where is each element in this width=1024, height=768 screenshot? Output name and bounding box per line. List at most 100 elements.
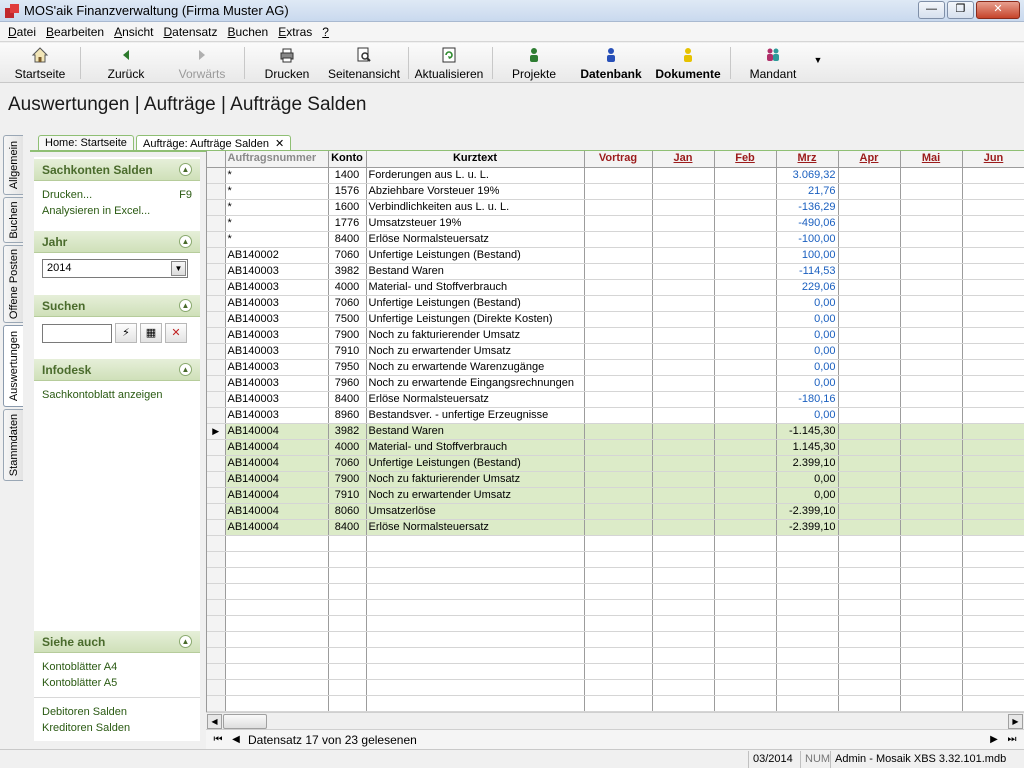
row-selector[interactable] [207,311,226,328]
menu-extras[interactable]: Extras [273,22,317,41]
column-header[interactable]: Konto [328,151,367,168]
close-button[interactable]: ✕ [976,1,1020,19]
vtab-offene-posten[interactable]: Offene Posten [3,245,23,323]
column-header[interactable]: Jun [962,151,1024,168]
row-selector[interactable] [207,375,226,392]
row-selector[interactable] [207,343,226,360]
menu-datei[interactable]: Datei [3,22,41,41]
row-selector[interactable] [207,519,226,536]
table-row[interactable]: * 8400 Erlöse Normalsteuersatz -100,00 [207,231,1024,248]
row-selector[interactable] [207,631,226,648]
table-row[interactable]: AB140004 7060 Unfertige Leistungen (Bestan… [207,455,1024,472]
mandant-dropdown[interactable]: ▼ [810,45,826,81]
collapse-icon[interactable]: ▲ [179,299,192,312]
menu-ansicht[interactable]: Ansicht [109,22,158,41]
excel-link[interactable]: Analysieren in Excel... [42,203,192,219]
row-selector[interactable] [207,647,226,664]
row-selector[interactable] [207,167,226,184]
row-selector[interactable] [207,391,226,408]
table-row[interactable]: AB140002 7060 Unfertige Leistungen (Bestan… [207,247,1024,264]
row-selector[interactable] [207,231,226,248]
table-row[interactable]: AB140004 7910 Noch zu erwartender Umsatz 0,… [207,487,1024,504]
projekte-button[interactable]: Projekte [504,45,564,81]
table-row[interactable]: * 1400 Forderungen aus L. u. L. 3.069,32 [207,167,1024,184]
maximize-button[interactable]: ❐ [947,1,974,19]
search-input[interactable] [42,323,112,343]
column-header[interactable]: Kurztext [366,151,585,168]
vtab-allgemein[interactable]: Allgemein [3,135,23,195]
minimize-button[interactable]: — [918,1,945,19]
filter-table-button[interactable]: ▦ [140,323,162,343]
debitoren-salden-link[interactable]: Debitoren Salden [42,704,192,720]
column-header[interactable]: Jan [652,151,715,168]
first-record-icon[interactable]: ⏮ [210,732,226,748]
table-row[interactable] [207,663,1024,680]
table-row[interactable]: AB140003 7500 Unfertige Leistungen (Direkt… [207,311,1024,328]
table-row[interactable]: AB140004 8060 Umsatzerlöse -2.399,10 [207,503,1024,520]
kreditoren-salden-link[interactable]: Kreditoren Salden [42,720,192,736]
chevron-down-icon[interactable]: ▼ [171,261,186,276]
clear-filter-button[interactable]: ✕ [165,323,187,343]
table-row[interactable] [207,551,1024,568]
row-selector[interactable] [207,583,226,600]
row-selector[interactable] [207,407,226,424]
vtab-buchen[interactable]: Buchen [3,197,23,243]
back-button[interactable]: Zurück [96,45,156,81]
horizontal-scrollbar[interactable]: ◀ ▶ [206,712,1024,729]
row-selector[interactable] [207,503,226,520]
row-selector[interactable] [207,551,226,568]
table-row[interactable]: AB140003 8960 Bestandsver. - unfertige Erz… [207,407,1024,424]
row-selector[interactable] [207,615,226,632]
menu-bearbeiten[interactable]: Bearbeiten [41,22,109,41]
row-selector[interactable] [207,487,226,504]
section-header[interactable]: Siehe auch ▲ [34,631,200,653]
forward-button[interactable]: Vorwärts [172,45,232,81]
row-selector[interactable] [207,295,226,312]
table-row[interactable]: ▶ AB140004 3982 Bestand Waren -1.145,30 [207,423,1024,440]
section-header[interactable]: Suchen ▲ [34,295,200,317]
table-row[interactable]: AB140004 8400 Erlöse Normalsteuersatz -2.39… [207,519,1024,536]
table-row[interactable]: AB140003 7950 Noch zu erwartende Warenzugä… [207,359,1024,376]
row-selector[interactable] [207,279,226,296]
row-selector[interactable] [207,679,226,696]
row-selector[interactable] [207,199,226,216]
year-select[interactable]: 2014 ▼ [42,259,188,278]
table-row[interactable]: AB140003 7900 Noch zu fakturierender Umsat… [207,327,1024,344]
row-selector[interactable] [207,695,226,712]
row-selector[interactable] [207,439,226,456]
table-row[interactable] [207,695,1024,712]
row-selector[interactable] [207,599,226,616]
row-selector[interactable] [207,535,226,552]
table-row[interactable] [207,599,1024,616]
table-row[interactable]: AB140004 7900 Noch zu fakturierender Umsat… [207,471,1024,488]
sachkontoblatt-link[interactable]: Sachkontoblatt anzeigen [42,387,192,403]
table-row[interactable]: AB140003 3982 Bestand Waren -114,53 [207,263,1024,280]
scroll-thumb[interactable] [223,714,267,729]
table-row[interactable]: AB140003 7960 Noch zu erwartende Eingangsr… [207,375,1024,392]
kontoblaetter-a4-link[interactable]: Kontoblätter A4 [42,659,192,675]
column-header[interactable]: Vortrag [584,151,653,168]
table-row[interactable]: AB140004 4000 Material- und Stoffverbrauch… [207,439,1024,456]
table-row[interactable]: AB140003 7910 Noch zu erwartender Umsatz 0,… [207,343,1024,360]
column-header[interactable]: Auftragsnummer [225,151,329,168]
column-header[interactable]: Mrz [776,151,839,168]
collapse-icon[interactable]: ▲ [179,163,192,176]
scroll-left-icon[interactable]: ◀ [207,714,222,729]
print-button[interactable]: Drucken [258,45,316,81]
next-record-icon[interactable]: ▶ [986,732,1002,748]
drucken-link[interactable]: Drucken... F9 [42,187,192,203]
tab-home[interactable]: Home: Startseite [38,135,134,151]
tab-auftraege-salden[interactable]: Aufträge: Aufträge Salden ✕ [136,135,292,151]
kontoblaetter-a5-link[interactable]: Kontoblätter A5 [42,675,192,691]
table-row[interactable]: * 1576 Abziehbare Vorsteuer 19% 21,76 [207,183,1024,200]
vtab-stammdaten[interactable]: Stammdaten [3,409,23,481]
filter-button[interactable]: ⚡ [115,323,137,343]
scroll-right-icon[interactable]: ▶ [1008,714,1023,729]
prev-record-icon[interactable]: ◀ [228,732,244,748]
row-selector[interactable] [207,327,226,344]
data-grid[interactable]: Auftragsnummer Konto Kurztext Vortrag Ja… [206,151,1024,712]
menu-help[interactable]: ? [317,22,334,41]
mandant-button[interactable]: Mandant [744,45,802,81]
collapse-icon[interactable]: ▲ [179,235,192,248]
table-row[interactable] [207,535,1024,552]
